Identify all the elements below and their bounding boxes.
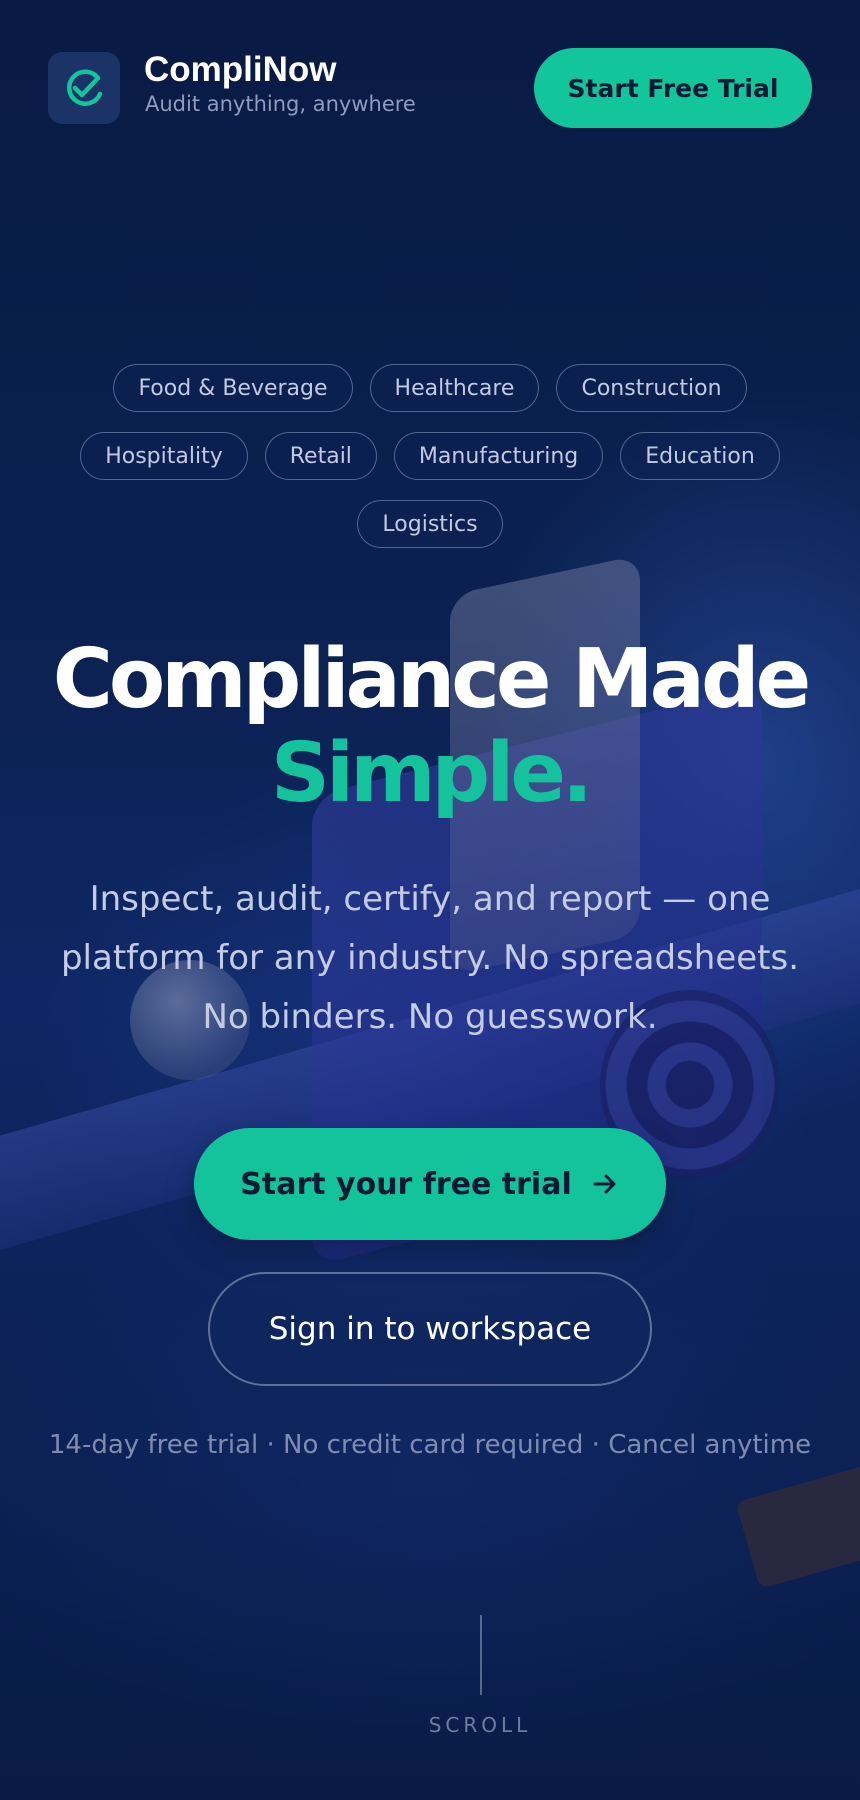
- brand-name[interactable]: CompliNow: [144, 50, 336, 90]
- industry-chip-food-beverage[interactable]: Food & Beverage: [113, 364, 353, 412]
- industry-chip-construction[interactable]: Construction: [556, 364, 747, 412]
- arrow-right-icon: [593, 1174, 616, 1194]
- scroll-label[interactable]: SCROLL: [380, 1713, 580, 1737]
- scroll-indicator-line: [480, 1615, 482, 1695]
- hero-headline: Compliance Made: [52, 632, 812, 727]
- industry-chip-education[interactable]: Education: [620, 432, 780, 480]
- checkmark-icon: [67, 69, 103, 106]
- industry-chips-row-1: Food & Beverage Healthcare Construction: [0, 364, 860, 412]
- industry-chip-logistics[interactable]: Logistics: [357, 500, 503, 548]
- trial-fine-print: 14-day free trial · No credit card requi…: [48, 1430, 812, 1460]
- sign-in-to-workspace-button[interactable]: Sign in to workspace: [208, 1272, 652, 1386]
- hero-section: CompliNow Audit anything, anywhere Start…: [0, 0, 860, 1800]
- industry-chip-healthcare[interactable]: Healthcare: [369, 364, 540, 412]
- primary-cta-label: Start your free trial: [240, 1166, 572, 1202]
- industry-chips-row-3: Logistics: [0, 500, 860, 548]
- industry-chip-hospitality[interactable]: Hospitality: [80, 432, 248, 480]
- brand-logo[interactable]: [48, 52, 120, 124]
- hero-headline-accent: Simple.: [270, 726, 593, 821]
- industry-chip-manufacturing[interactable]: Manufacturing: [393, 432, 604, 480]
- start-your-free-trial-button[interactable]: Start your free trial: [194, 1128, 666, 1240]
- brand-tagline: Audit anything, anywhere: [145, 92, 416, 116]
- hero-subcopy: Inspect, audit, certify, and report — on…: [60, 879, 800, 1037]
- industry-chip-retail[interactable]: Retail: [264, 432, 377, 480]
- start-free-trial-button[interactable]: Start Free Trial: [534, 48, 812, 128]
- industry-chips-row-2: Hospitality Retail Manufacturing Educati…: [0, 432, 860, 480]
